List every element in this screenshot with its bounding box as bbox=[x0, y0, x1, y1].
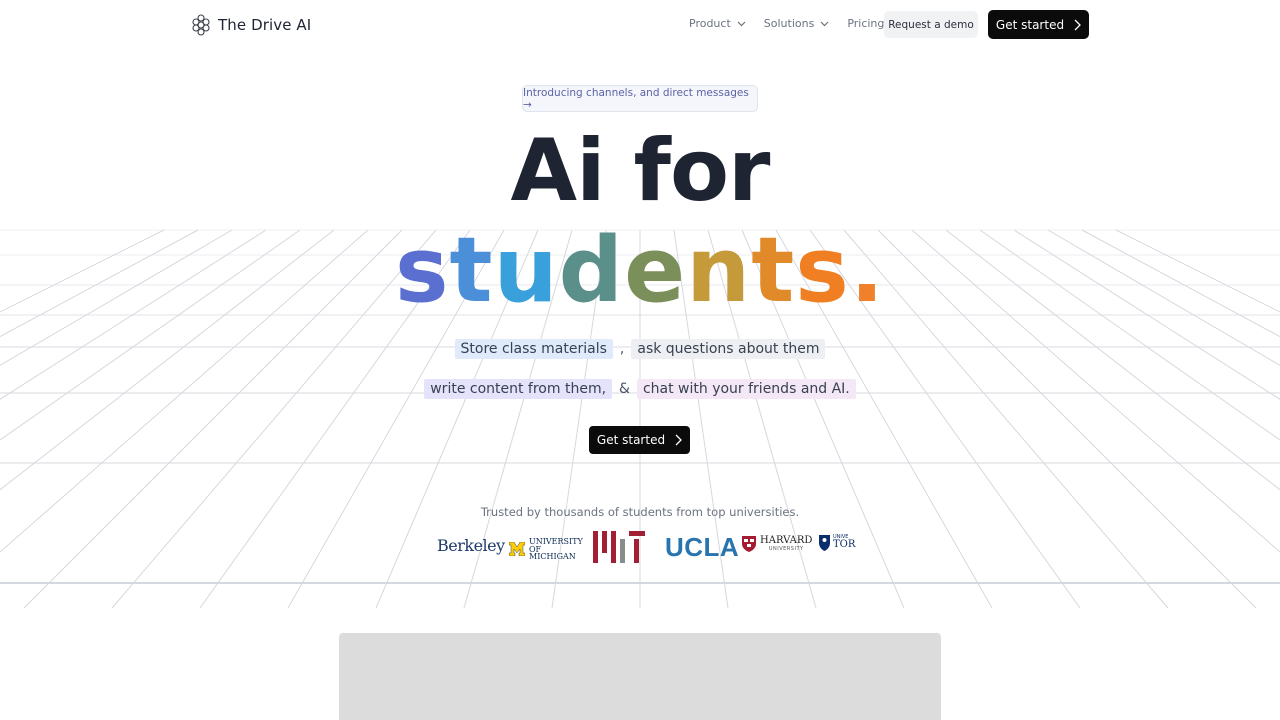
hero-title-letter: t bbox=[449, 218, 494, 323]
chevron-right-icon bbox=[1074, 19, 1081, 30]
features-row-1: Store class materials , ask questions ab… bbox=[0, 339, 1280, 359]
hero-title-letter: . bbox=[849, 218, 886, 323]
feature-separator: , bbox=[619, 341, 625, 357]
harvard-logo-text: HARVARD bbox=[760, 535, 813, 546]
nav-solutions-label: Solutions bbox=[763, 17, 815, 30]
feature-separator: & bbox=[619, 381, 630, 397]
nav-pricing-label: Pricing bbox=[847, 17, 885, 30]
block-m-icon bbox=[509, 542, 525, 557]
berkeley-logo: Berkeley bbox=[437, 536, 505, 555]
hero-title-line2: students. bbox=[0, 226, 1280, 316]
michigan-logo-text: UNIVERSITY OF MICHIGAN bbox=[529, 537, 583, 562]
get-started-nav-button[interactable]: Get started bbox=[988, 10, 1089, 39]
brand-name: The Drive AI bbox=[218, 16, 312, 34]
nav-product[interactable]: Product bbox=[689, 17, 746, 30]
harvard-logo-subtext: UNIVERSITY bbox=[768, 546, 804, 552]
brand-home-link[interactable]: The Drive AI bbox=[191, 13, 311, 37]
chevron-down-icon bbox=[737, 21, 746, 26]
hero-title-letter: s bbox=[795, 218, 850, 323]
get-started-hero-button[interactable]: Get started bbox=[589, 426, 690, 454]
hero-title-letter: e bbox=[624, 218, 687, 323]
announcement-pill[interactable]: Introducing channels, and direct message… bbox=[522, 85, 758, 112]
get-started-hero-label: Get started bbox=[596, 433, 666, 447]
chevron-right-icon bbox=[675, 434, 682, 446]
brain-icon bbox=[192, 14, 210, 36]
features-row-2: write content from them, & chat with you… bbox=[0, 379, 1280, 399]
hero-title-letter: n bbox=[686, 218, 752, 323]
trusted-by-text: Trusted by thousands of students from to… bbox=[480, 505, 800, 519]
chevron-down-icon bbox=[820, 21, 829, 26]
michigan-logo: UNIVERSITY OF MICHIGAN bbox=[509, 537, 583, 562]
feature-chat: chat with your friends and AI. bbox=[636, 379, 856, 399]
toronto-logo: UNIVE TOR bbox=[819, 533, 855, 551]
top-navbar: The Drive AI Product Solutions Pricing R… bbox=[0, 0, 1280, 50]
hero-title-letter: u bbox=[493, 218, 559, 323]
feature-write-content: write content from them, bbox=[424, 379, 613, 399]
hero-title-letter: d bbox=[558, 218, 625, 323]
hero-title-letter: t bbox=[751, 218, 796, 323]
toronto-crest-icon bbox=[819, 535, 830, 551]
harvard-shield-icon bbox=[742, 536, 756, 552]
hero-title-line1: Ai for bbox=[510, 121, 771, 221]
request-demo-button[interactable]: Request a demo bbox=[884, 11, 978, 38]
ucla-logo: UCLA bbox=[665, 532, 740, 562]
toronto-logo-text: TOR bbox=[833, 539, 856, 550]
nav-pricing[interactable]: Pricing bbox=[847, 17, 884, 30]
university-logos: Berkeley UNIVERSITY OF MICHIGAN UCLA HAR… bbox=[0, 530, 1280, 564]
nav-links: Product Solutions Pricing bbox=[689, 17, 884, 30]
feature-ask-questions: ask questions about them bbox=[631, 339, 826, 359]
mit-logo bbox=[593, 531, 645, 563]
feature-store-materials: Store class materials bbox=[454, 339, 613, 359]
harvard-logo: HARVARD UNIVERSITY bbox=[742, 536, 812, 552]
mit-bars-icon bbox=[593, 531, 645, 563]
product-preview-card bbox=[339, 633, 941, 720]
nav-product-label: Product bbox=[689, 17, 731, 30]
get-started-nav-label: Get started bbox=[995, 17, 1065, 32]
hero-title-letter: s bbox=[394, 218, 450, 323]
nav-solutions[interactable]: Solutions bbox=[764, 17, 830, 30]
